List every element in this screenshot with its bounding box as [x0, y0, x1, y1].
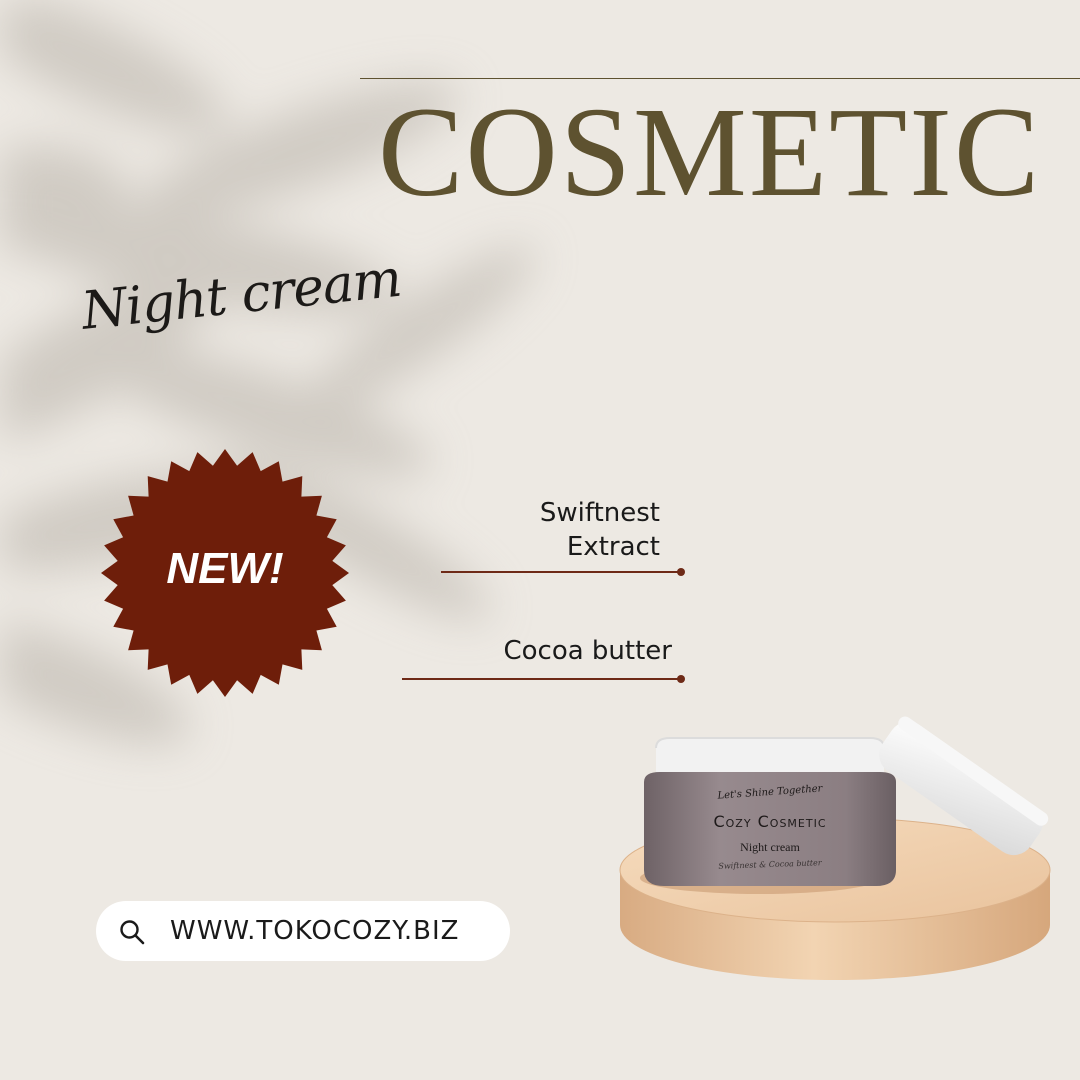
feature-line-1	[441, 571, 681, 573]
website-url[interactable]: WWW.TOKOCOZY.BIZ	[170, 915, 459, 947]
feature-swiftnest-line1: Swiftnest	[539, 498, 660, 528]
product-image: Let's Shine Together Cozy Cosmetic Night…	[600, 660, 1080, 1000]
feature-swiftnest: Swiftnest Extract	[540, 496, 660, 564]
headline-rule	[360, 78, 1080, 79]
feature-dot-1	[677, 568, 685, 576]
headline: COSMETIC	[378, 81, 1042, 223]
jar-variant: Night cream	[740, 840, 800, 854]
website-search-bar[interactable]: WWW.TOKOCOZY.BIZ	[96, 901, 510, 961]
feature-swiftnest-line2: Extract	[566, 532, 660, 562]
search-icon	[120, 920, 145, 945]
badge-label: NEW!	[166, 544, 284, 593]
jar-brand: Cozy Cosmetic	[713, 812, 827, 831]
new-badge: NEW!	[100, 448, 350, 698]
